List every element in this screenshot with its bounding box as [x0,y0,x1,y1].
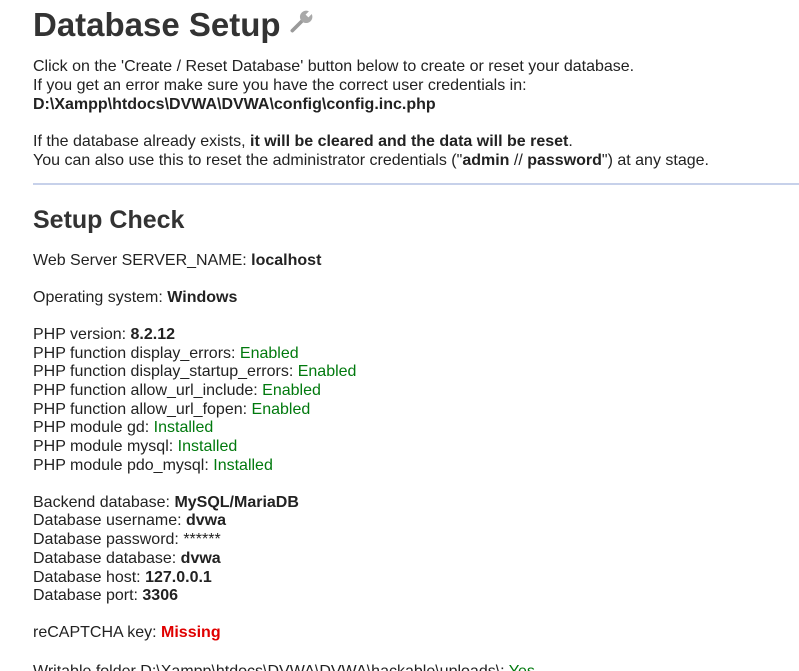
db-value: dvwa [180,549,221,567]
php-check-label: PHP function allow_url_fopen: [33,400,252,418]
php-check-label: PHP module pdo_mysql: [33,456,214,474]
intro-line-4-prefix: You can also use this to reset the admin… [33,152,463,169]
db-label: Database password: [33,531,184,549]
php-check-status: Installed [153,419,214,437]
recaptcha-row: reCAPTCHA key: Missing [33,624,356,643]
config-path: D:\Xampp\htdocs\DVWA\DVWA\config\config.… [33,95,709,114]
server-name-row: Web Server SERVER_NAME: localhost [33,252,356,271]
php-check-status: Enabled [251,400,311,418]
page-title: Database Setup [33,5,315,45]
os-row: Operating system: Windows [33,289,356,308]
db-value: 127.0.0.1 [145,568,212,586]
php-check-row: PHP module pdo_mysql: Installed [33,457,356,476]
db-row: Database password: ****** [33,531,356,550]
db-row: Database host: 127.0.0.1 [33,569,356,588]
recaptcha-status: Missing [161,624,221,642]
db-label: Database port: [33,587,143,605]
server-name-value: localhost [251,252,322,269]
db-label: Database host: [33,568,146,586]
os-value: Windows [167,288,238,306]
setup-check-list: Web Server SERVER_NAME: localhost Operat… [33,252,356,643]
intro-line-4-suffix: ") at any stage. [601,152,709,169]
setup-check-title: Setup Check [33,206,185,234]
writable-folder-label: Writable folder D:\Xampp\htdocs\DVWA\DVW… [33,663,509,671]
php-check-label: PHP function display_errors: [33,344,240,362]
intro-line-4: You can also use this to reset the admin… [33,151,709,170]
php-check-status: Enabled [262,382,321,400]
intro-line-3: If the database already exists, it will … [33,132,709,151]
intro-line-3-suffix: . [568,133,573,150]
db-value: 3306 [142,587,178,605]
php-check-row: PHP function allow_url_include: Enabled [33,382,356,401]
php-version-value: 8.2.12 [130,325,176,343]
php-version-label: PHP version: [33,325,131,343]
db-value: dvwa [185,512,226,530]
db-value: MySQL/MariaDB [174,493,299,511]
config-path-value: D:\Xampp\htdocs\DVWA\DVWA\config\config.… [33,96,436,113]
wrench-icon [290,10,313,33]
php-check-label: PHP module mysql: [33,438,178,456]
php-check-status: Installed [213,456,273,474]
admin-password: password [527,152,602,169]
php-check-label: PHP module gd: [33,419,154,437]
php-check-row: PHP module mysql: Installed [33,438,356,457]
writable-folder-status: Yes [509,663,535,671]
intro-line-1: Click on the 'Create / Reset Database' b… [33,58,635,75]
db-row: Database username: dvwa [33,512,356,531]
php-check-status: Enabled [297,363,357,381]
intro-text: Click on the 'Create / Reset Database' b… [33,57,709,170]
php-check-row: PHP function allow_url_fopen: Enabled [33,401,356,420]
intro-line-3-prefix: If the database already exists, [33,133,251,150]
php-check-status: Enabled [239,344,299,362]
page-title-text: Database Setup [33,6,281,43]
php-version-row: PHP version: 8.2.12 [33,326,356,345]
db-label: Database username: [33,512,186,530]
writable-folder-row: Writable folder D:\Xampp\htdocs\DVWA\DVW… [33,662,535,671]
intro-line-4-sep: // [509,152,528,169]
php-check-label: PHP function allow_url_include: [33,382,263,400]
php-check-row: PHP function display_startup_errors: Ena… [33,363,356,382]
db-row: Database database: dvwa [33,550,356,569]
db-row: Backend database: MySQL/MariaDB [33,494,356,513]
db-label: Backend database: [33,493,175,511]
php-check-status: Installed [177,438,238,456]
php-check-label: PHP function display_startup_errors: [33,363,298,381]
intro-line-3-warning: it will be cleared and the data will be … [250,133,569,150]
intro-line-2: If you get an error make sure you have t… [33,77,527,94]
server-name-label: Web Server SERVER_NAME: [33,252,252,269]
os-label: Operating system: [33,288,168,306]
db-row: Database port: 3306 [33,587,356,606]
section-divider [33,183,799,185]
db-value: ****** [183,531,221,549]
php-check-row: PHP module gd: Installed [33,419,356,438]
db-label: Database database: [33,549,181,567]
php-check-row: PHP function display_errors: Enabled [33,345,356,364]
recaptcha-label: reCAPTCHA key: [33,624,162,642]
admin-username: admin [462,152,510,169]
